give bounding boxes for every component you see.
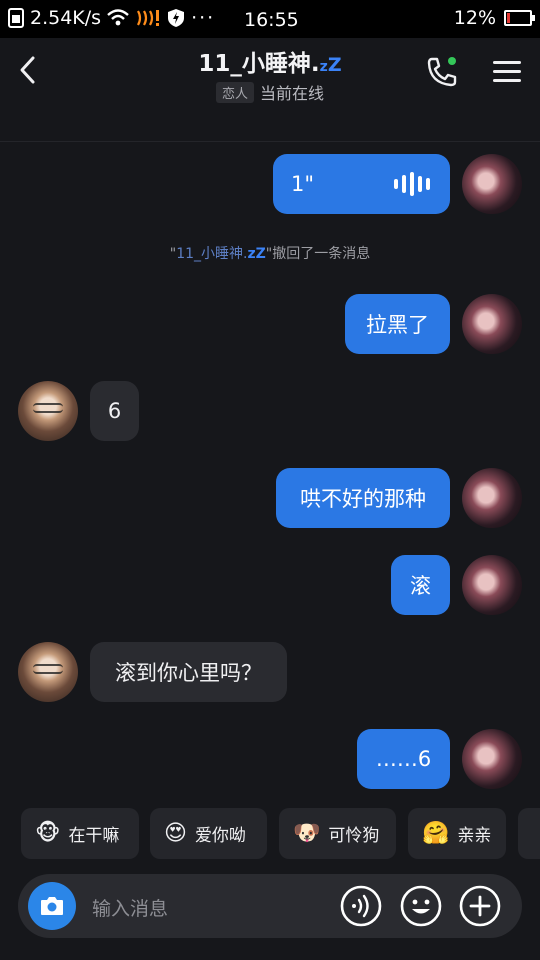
- battery-percent: 12%: [453, 7, 496, 29]
- recall-zz-icon: zZ: [247, 246, 266, 262]
- message-input[interactable]: 输入消息: [92, 894, 168, 921]
- camera-icon: [41, 897, 63, 915]
- contact-avatar[interactable]: [18, 381, 78, 441]
- message-bubble-outgoing[interactable]: 滚: [391, 555, 450, 615]
- network-speed: 2.54K/s: [30, 7, 102, 29]
- call-icon[interactable]: [424, 55, 460, 89]
- shield-icon: [168, 9, 185, 27]
- more-notifications-icon: ···: [191, 7, 216, 29]
- monkey-emoji-icon: 🐵: [35, 821, 61, 846]
- message-input-bar: 输入消息: [18, 874, 522, 938]
- relationship-tag: 恋人: [215, 81, 254, 103]
- hug-emoji-icon: 🤗: [422, 821, 450, 846]
- quick-reply-chip[interactable]: 🐶 可怜狗: [279, 808, 396, 859]
- heart-eyes-emoji-icon: 😍: [164, 821, 187, 846]
- battery-icon: [504, 10, 535, 26]
- quick-reply-chip[interactable]: 🤗 亲亲: [408, 808, 506, 859]
- online-status: 当前在线: [260, 84, 325, 103]
- message-bubble-outgoing[interactable]: ……6: [357, 729, 450, 789]
- status-bar: 2.54K/s ··· 16:55 12%: [0, 0, 540, 38]
- message-bubble-outgoing[interactable]: 拉黑了: [345, 294, 450, 354]
- contact-name-text: 11_小睡神.: [198, 51, 320, 77]
- voice-wave-icon: [394, 172, 430, 196]
- recall-notice: "11_小睡神.zZ"撤回了一条消息: [169, 246, 371, 262]
- message-bubble-incoming[interactable]: 滚到你心里吗？: [90, 642, 287, 702]
- heat-warning-icon: [137, 10, 160, 26]
- my-avatar[interactable]: [462, 294, 522, 354]
- sim-card-icon: [8, 8, 24, 28]
- quick-reply-chip[interactable]: 🐵 在干嘛: [21, 808, 139, 859]
- voice-message-bubble[interactable]: 1": [273, 154, 450, 214]
- my-avatar[interactable]: [462, 154, 522, 214]
- message-bubble-outgoing[interactable]: 哄不好的那种: [276, 468, 450, 528]
- clock: 16:55: [244, 9, 299, 31]
- my-avatar[interactable]: [462, 729, 522, 789]
- dog-emoji-icon: 🐶: [293, 821, 321, 846]
- voice-duration: 1": [291, 172, 315, 196]
- voice-input-icon[interactable]: [340, 885, 382, 927]
- camera-button[interactable]: [28, 882, 76, 930]
- quick-reply-chip-partial[interactable]: [518, 808, 540, 859]
- chat-header: 11_小睡神.zZ 恋人 当前在线: [0, 38, 540, 142]
- message-bubble-incoming[interactable]: 6: [90, 381, 139, 441]
- wifi-icon: [107, 9, 129, 26]
- menu-icon[interactable]: [492, 59, 522, 85]
- my-avatar[interactable]: [462, 468, 522, 528]
- plus-icon[interactable]: [459, 885, 501, 927]
- quick-reply-chip[interactable]: 😍 爱你呦: [150, 808, 267, 859]
- my-avatar[interactable]: [462, 555, 522, 615]
- sleep-zz-icon: zZ: [319, 54, 342, 76]
- emoji-icon[interactable]: [400, 885, 442, 927]
- recall-contact-name[interactable]: 11_小睡神.: [176, 246, 247, 262]
- contact-avatar[interactable]: [18, 642, 78, 702]
